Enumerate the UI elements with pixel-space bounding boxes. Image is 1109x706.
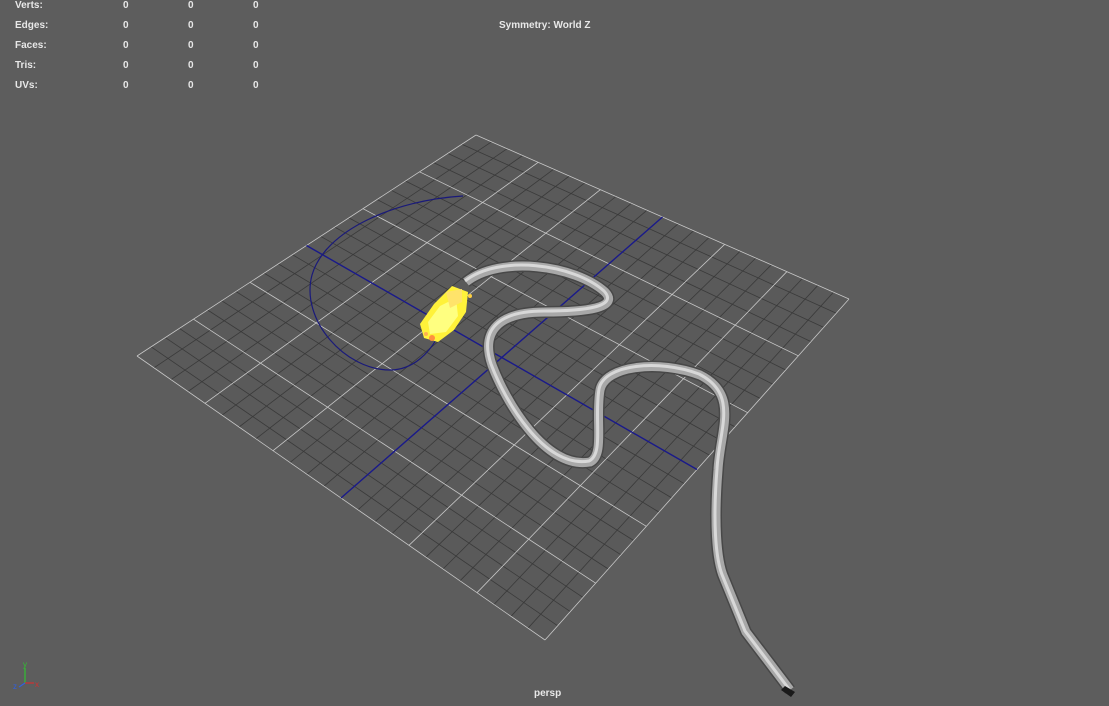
stat-value: 0	[253, 20, 259, 31]
axis-gizmo-icon: y x z	[13, 660, 39, 691]
stat-label: Faces:	[15, 40, 47, 51]
stat-row-edges: Edges: 0 0 0	[15, 20, 275, 32]
grid-plane	[137, 135, 849, 640]
stat-value: 0	[123, 40, 129, 51]
ground-grid	[136, 134, 850, 641]
stat-value: 0	[188, 60, 194, 71]
persp-viewport[interactable]: Verts: 0 0 0 Edges: 0 0 0 Faces: 0 0 0 T…	[0, 0, 1109, 706]
symmetry-status: Symmetry: World Z	[499, 20, 591, 31]
stat-value: 0	[123, 20, 129, 31]
stat-label: Edges:	[15, 20, 49, 31]
stat-row-faces: Faces: 0 0 0	[15, 40, 275, 52]
camera-name-label: persp	[534, 688, 562, 699]
stat-value: 0	[123, 80, 129, 91]
stat-value: 0	[253, 60, 259, 71]
axis-z-label: z	[13, 682, 17, 691]
stat-value: 0	[188, 40, 194, 51]
stat-label: Verts:	[15, 0, 43, 11]
stat-value: 0	[123, 60, 129, 71]
stat-value: 0	[253, 0, 259, 11]
stat-label: Tris:	[15, 60, 37, 71]
stat-row-tris: Tris: 0 0 0	[15, 60, 275, 72]
axis-y-label: y	[23, 660, 27, 669]
stat-value: 0	[188, 0, 194, 11]
stat-row-uvs: UVs: 0 0 0	[15, 80, 275, 92]
axis-x-label: x	[35, 680, 39, 689]
stat-value: 0	[188, 20, 194, 31]
scene-view[interactable]	[0, 0, 1109, 706]
stat-value: 0	[188, 80, 194, 91]
stat-label: UVs:	[15, 80, 38, 91]
stat-value: 0	[253, 40, 259, 51]
stat-row-verts: Verts: 0 0 0	[15, 0, 275, 12]
stat-value: 0	[123, 0, 129, 11]
stat-value: 0	[253, 80, 259, 91]
